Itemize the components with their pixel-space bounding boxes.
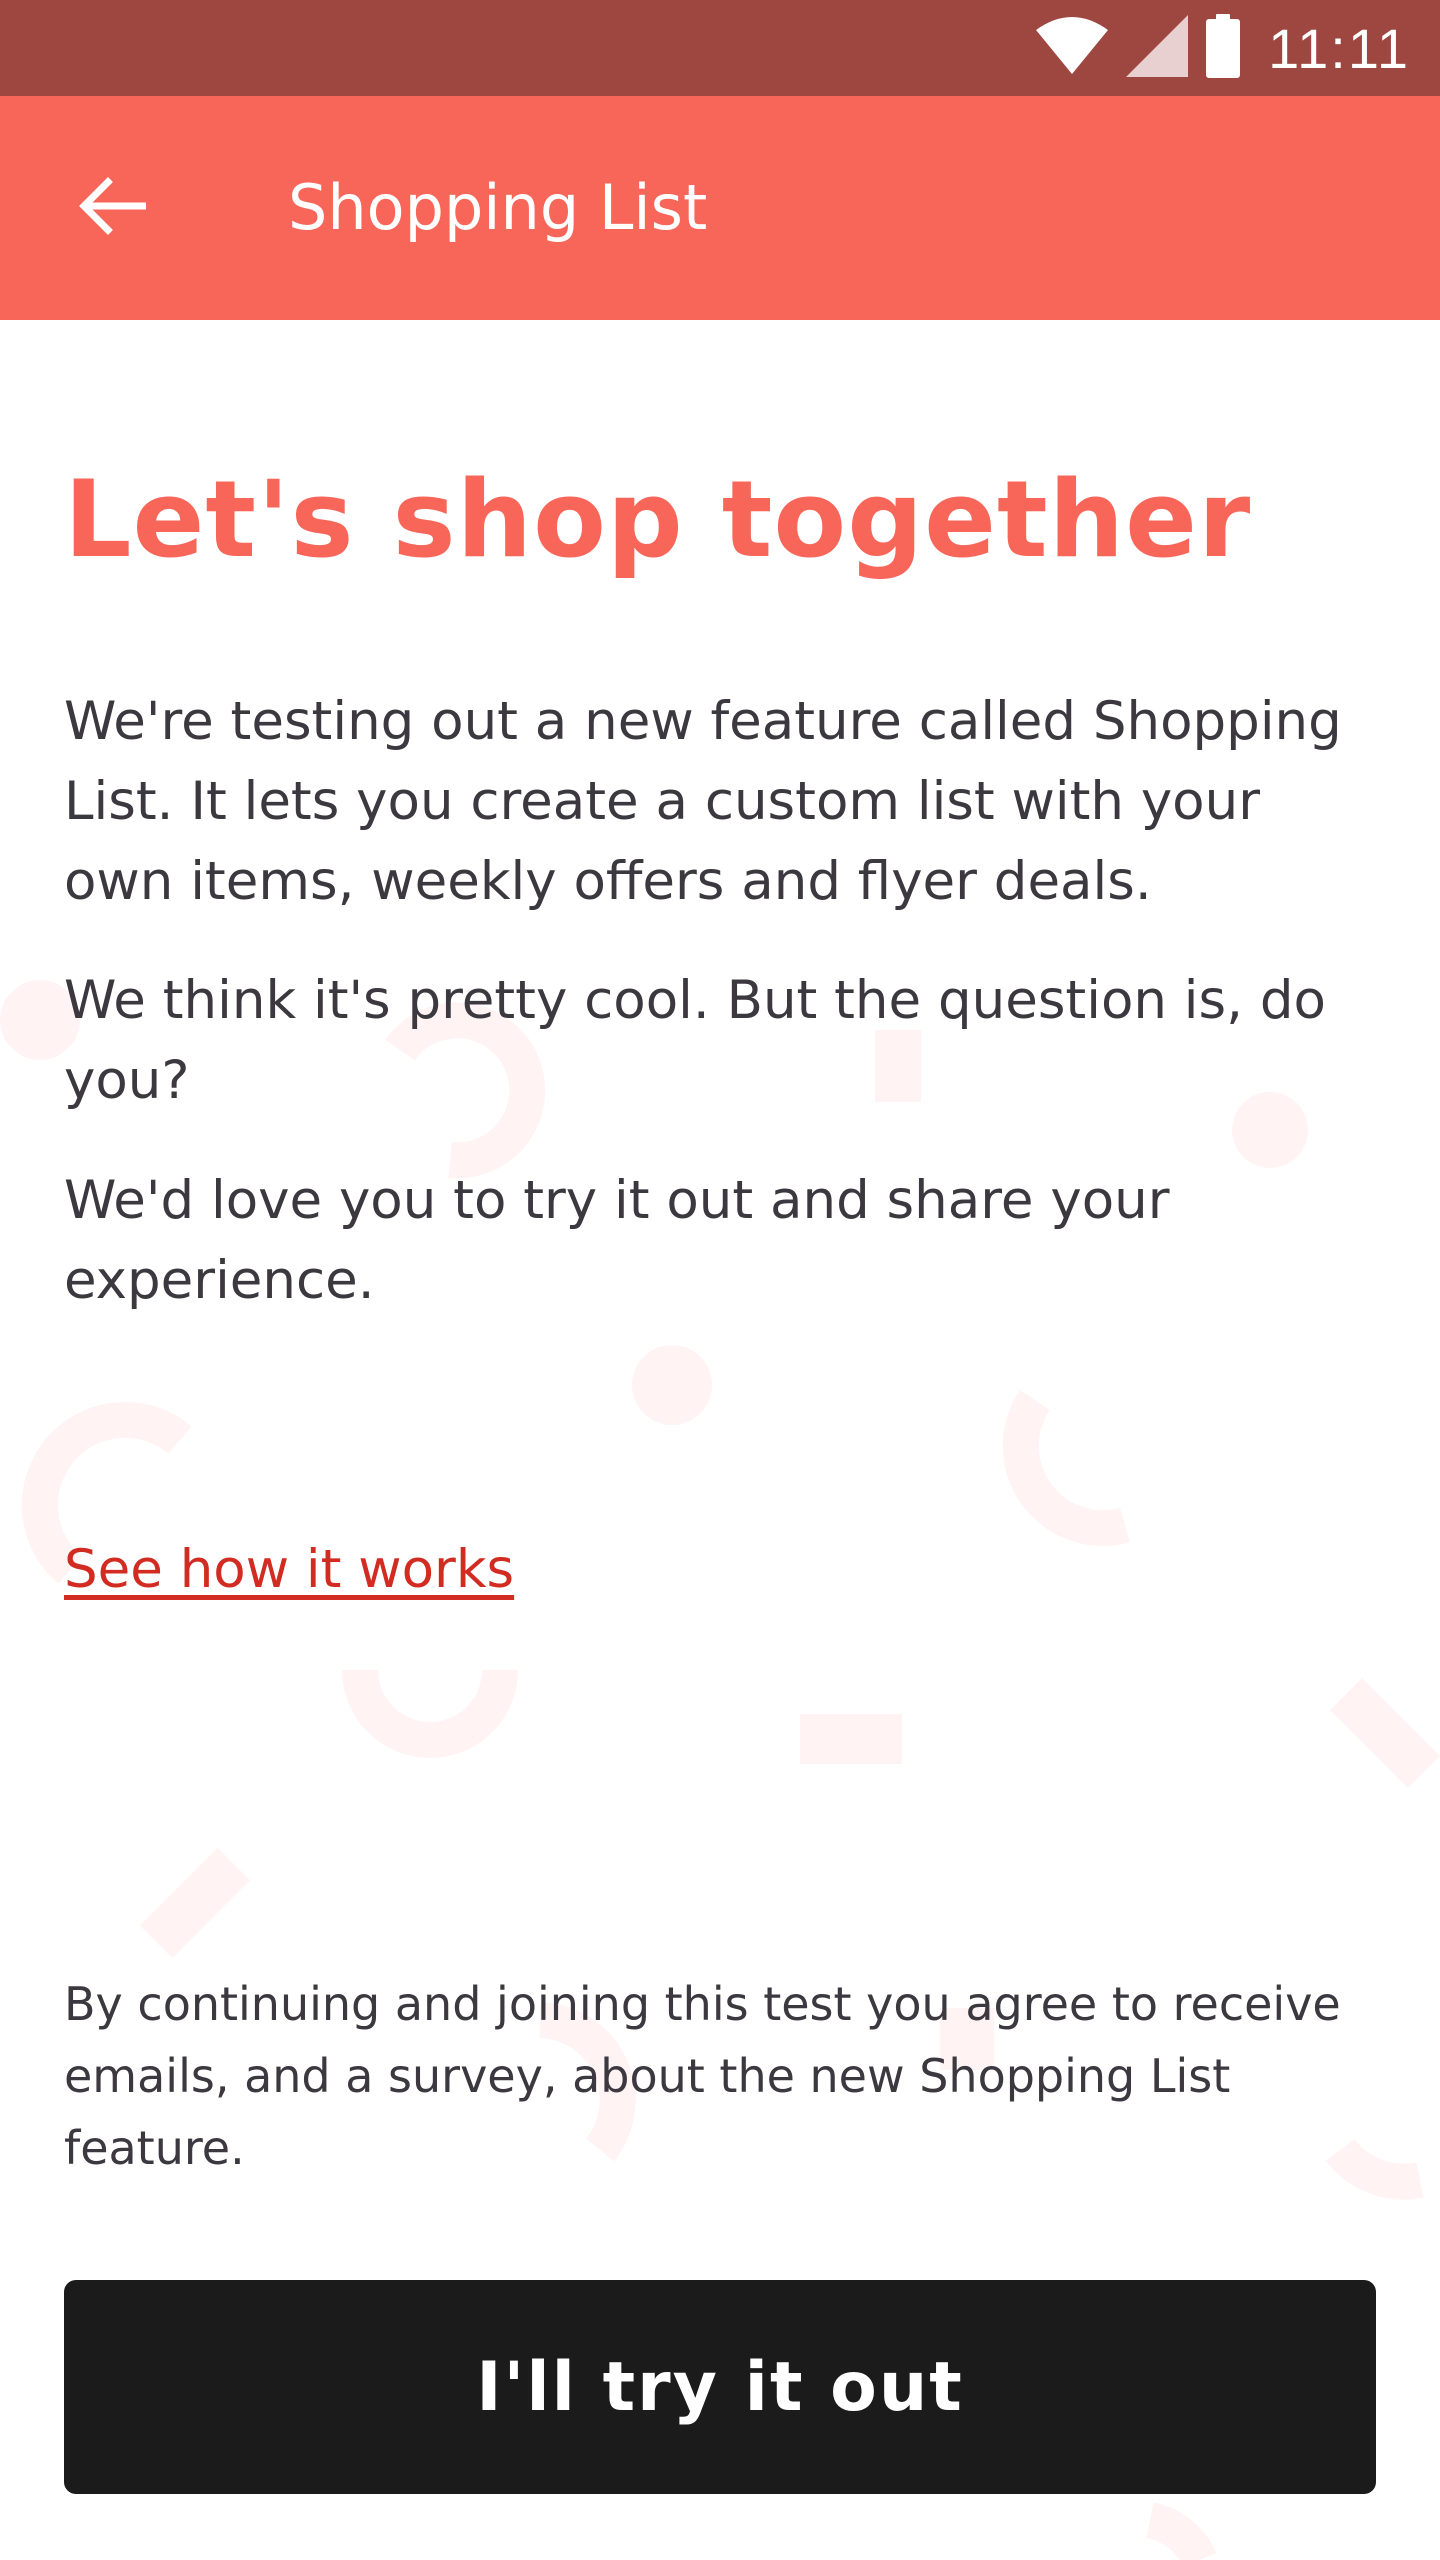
intro-paragraph: We're testing out a new feature called S… — [64, 691, 1342, 912]
intro-paragraph: We think it's pretty cool. But the quest… — [64, 970, 1326, 1111]
background-pattern — [0, 980, 1440, 2560]
status-time: 11:11 — [1268, 16, 1410, 80]
status-bar: 11:11 — [0, 0, 1440, 96]
wifi-icon — [1036, 16, 1109, 80]
see-how-it-works-link[interactable]: See how it works — [64, 1530, 514, 1610]
status-icons: 11:11 — [1036, 0, 1410, 96]
try-it-out-button[interactable]: I'll try it out — [64, 2280, 1376, 2494]
consent-disclaimer: By continuing and joining this test you … — [64, 1977, 1341, 2175]
arrow-left-icon — [78, 176, 148, 240]
back-button[interactable] — [58, 154, 166, 262]
page-title: Let's shop together — [64, 458, 1252, 581]
intro-paragraph: We'd love you to try it out and share yo… — [64, 1170, 1170, 1311]
battery-icon — [1206, 14, 1241, 82]
signal-icon — [1126, 15, 1189, 81]
app-title: Shopping List — [288, 171, 708, 244]
app-bar: Shopping List — [0, 96, 1440, 320]
